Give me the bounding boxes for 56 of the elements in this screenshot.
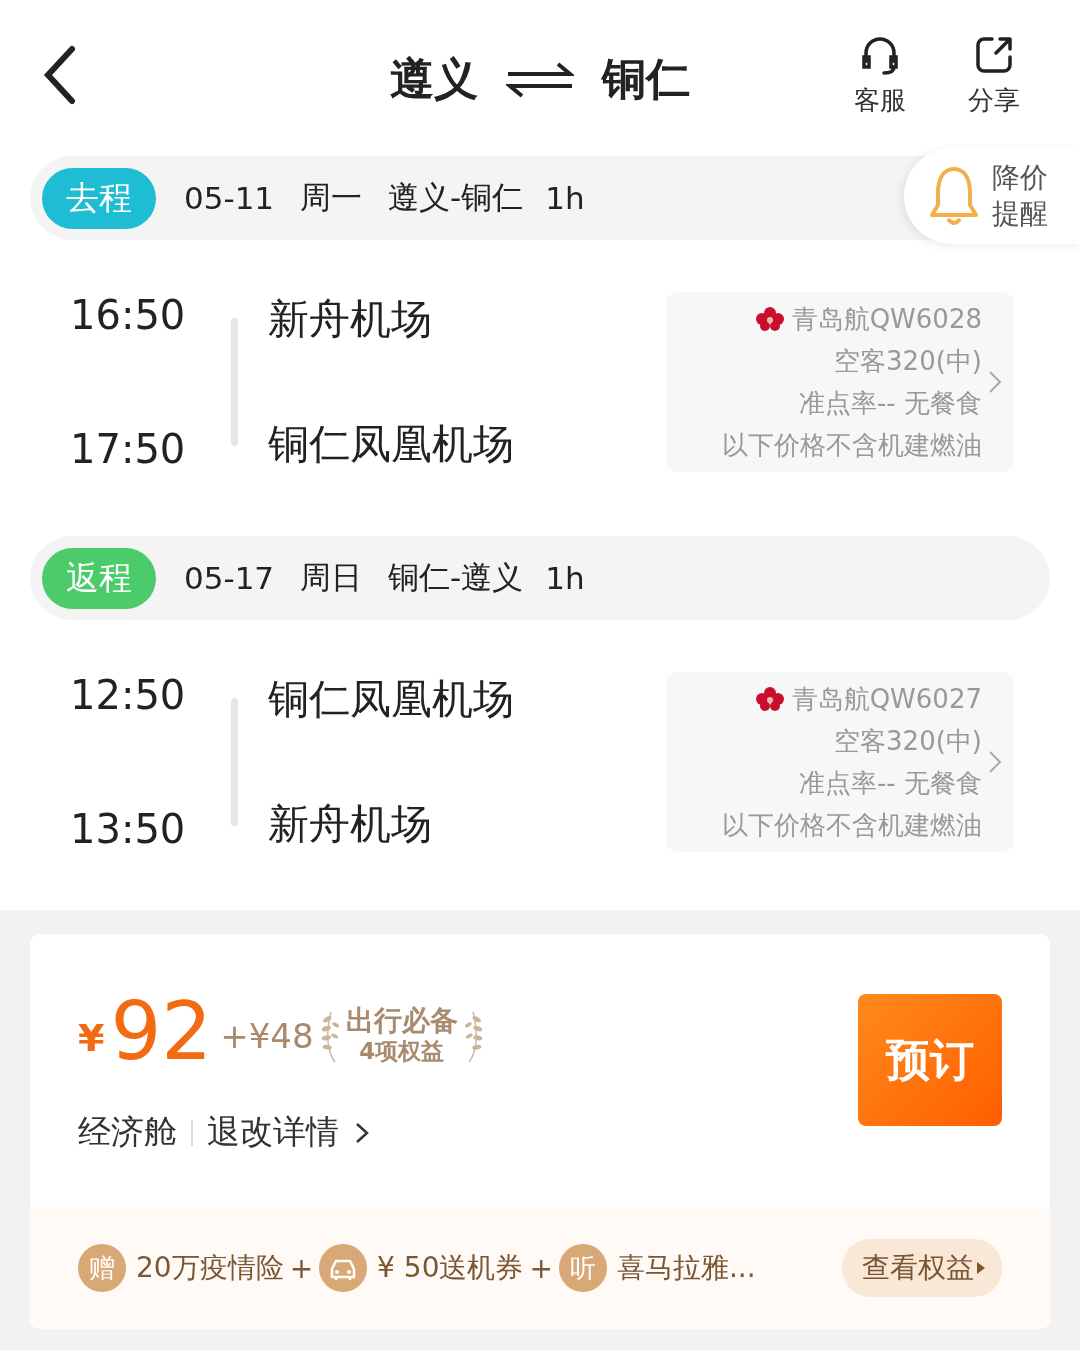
- perk-badge: 听: [558, 1244, 607, 1292]
- flower-icon: [753, 306, 786, 332]
- departure-time: 12:50: [70, 672, 186, 718]
- perk-text: ¥ 50送机券: [377, 1250, 524, 1286]
- flower-icon: [753, 686, 786, 712]
- trip-date: 05-11: [184, 180, 275, 216]
- aircraft-type: 空客320(中): [834, 725, 982, 758]
- aircraft-type: 空客320(中): [834, 345, 982, 378]
- punctuality-meal: 准点率-- 无餐食: [798, 767, 982, 800]
- price-alert-button[interactable]: 降价 提醒: [904, 148, 1080, 244]
- trip-duration: 1h: [545, 560, 585, 596]
- chevron-icon: [988, 370, 1002, 394]
- arrival-airport: 铜仁凤凰机场: [268, 419, 516, 470]
- departure-airport: 新舟机场: [268, 294, 434, 345]
- service-button[interactable]: 客服: [854, 32, 906, 118]
- flight-number: 青岛航QW6028: [791, 303, 982, 336]
- badge-subtitle: 4项权益: [359, 1037, 445, 1066]
- trip-weekday: 周一: [300, 178, 363, 217]
- arrival-airport: 新舟机场: [268, 799, 434, 850]
- car-icon: [319, 1244, 368, 1292]
- perk-text: 20万疫情险: [136, 1250, 284, 1286]
- cabin-class: 经济舱: [78, 1111, 177, 1153]
- plus-sign: +: [529, 1251, 553, 1285]
- trip-tag: 返程: [42, 547, 156, 609]
- extra-price: +¥48: [220, 1016, 314, 1056]
- perk-badge: 赠: [78, 1244, 126, 1292]
- plus-sign: +: [289, 1251, 314, 1285]
- alert-label: 提醒: [992, 196, 1048, 232]
- destination-city: 铜仁: [602, 52, 690, 106]
- trip-duration: 1h: [545, 180, 585, 216]
- trip-weekday: 周日: [300, 558, 363, 597]
- chevron-icon: [355, 1121, 369, 1144]
- bell-icon: [928, 165, 980, 227]
- trip-tag: 去程: [42, 167, 156, 229]
- flight-number: 青岛航QW6027: [791, 683, 982, 716]
- alert-label: 降价: [992, 160, 1048, 196]
- origin-city: 遵义: [390, 52, 478, 106]
- perk-text: 喜马拉雅...: [616, 1250, 756, 1286]
- share-button[interactable]: 分享: [968, 32, 1020, 118]
- departure-time: 16:50: [70, 292, 186, 338]
- chevron-icon: [988, 750, 1002, 774]
- trip-date: 05-17: [184, 560, 275, 596]
- trip-route: 铜仁-遵义: [388, 558, 524, 597]
- refund-rules-link[interactable]: 退改详情: [207, 1110, 369, 1155]
- view-perks-button[interactable]: 查看权益: [842, 1239, 1002, 1297]
- arrival-time: 13:50: [70, 806, 186, 852]
- price: 92: [110, 994, 213, 1070]
- currency-symbol: ¥: [78, 1016, 105, 1060]
- arrival-time: 17:50: [70, 426, 186, 472]
- trip-route: 遵义-铜仁: [388, 178, 524, 217]
- departure-airport: 铜仁凤凰机场: [268, 674, 516, 725]
- triangle-icon: [976, 1261, 986, 1275]
- price-note: 以下价格不含机建燃油: [722, 429, 982, 462]
- punctuality-meal: 准点率-- 无餐食: [798, 387, 982, 420]
- price-note: 以下价格不含机建燃油: [722, 809, 982, 842]
- badge-title: 出行必备: [345, 1006, 458, 1036]
